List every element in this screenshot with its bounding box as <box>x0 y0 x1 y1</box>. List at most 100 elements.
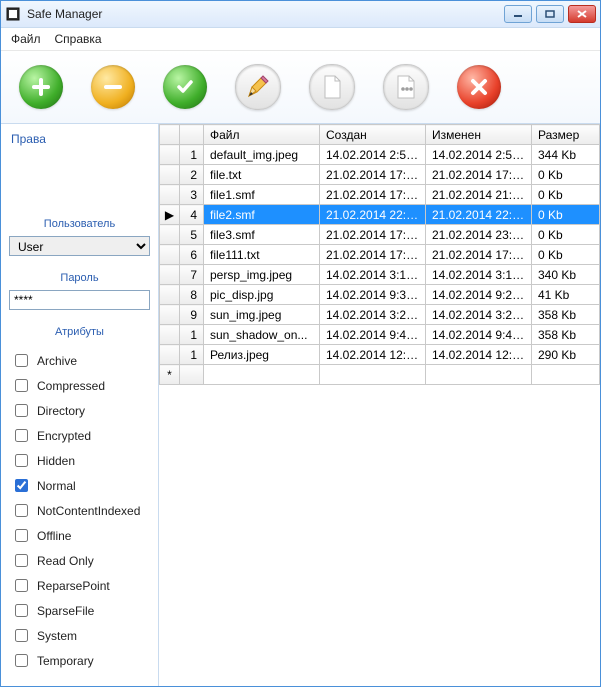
cell-created[interactable]: 14.02.2014 9:43:... <box>320 325 426 345</box>
cell-modified[interactable]: 21.02.2014 23:0... <box>426 225 532 245</box>
close-button[interactable] <box>568 5 596 23</box>
cell-size[interactable]: 0 Kb <box>532 245 600 265</box>
cell-size[interactable]: 290 Kb <box>532 345 600 365</box>
cell-file[interactable]: Релиз.jpeg <box>204 345 320 365</box>
attr-temporary[interactable]: Temporary <box>9 648 150 673</box>
attr-checkbox[interactable] <box>15 654 28 667</box>
cell-created[interactable]: 14.02.2014 12:5... <box>320 345 426 365</box>
cell-size[interactable]: 41 Kb <box>532 285 600 305</box>
table-row[interactable]: 8pic_disp.jpg14.02.2014 9:30:...14.02.20… <box>160 285 600 305</box>
attr-normal[interactable]: Normal <box>9 473 150 498</box>
user-select[interactable]: User <box>9 236 150 256</box>
menu-file[interactable]: Файл <box>11 32 41 46</box>
cell-created[interactable]: 21.02.2014 17:2... <box>320 245 426 265</box>
cell-file[interactable]: pic_disp.jpg <box>204 285 320 305</box>
empty-cell[interactable] <box>532 365 600 385</box>
cell-size[interactable]: 0 Kb <box>532 225 600 245</box>
cell-modified[interactable]: 14.02.2014 2:54:... <box>426 145 532 165</box>
maximize-button[interactable] <box>536 5 564 23</box>
attr-directory[interactable]: Directory <box>9 398 150 423</box>
attr-checkbox[interactable] <box>15 604 28 617</box>
cell-modified[interactable]: 14.02.2014 9:43:... <box>426 325 532 345</box>
table-row[interactable]: 3file1.smf21.02.2014 17:2...21.02.2014 2… <box>160 185 600 205</box>
cell-size[interactable]: 340 Kb <box>532 265 600 285</box>
table-row[interactable]: 2file.txt21.02.2014 17:2...21.02.2014 17… <box>160 165 600 185</box>
titlebar[interactable]: Safe Manager <box>1 1 600 28</box>
cell-size[interactable]: 344 Kb <box>532 145 600 165</box>
attr-archive[interactable]: Archive <box>9 348 150 373</box>
cell-modified[interactable]: 21.02.2014 17:2... <box>426 165 532 185</box>
cell-modified[interactable]: 14.02.2014 3:21:... <box>426 305 532 325</box>
attr-encrypted[interactable]: Encrypted <box>9 423 150 448</box>
cell-modified[interactable]: 14.02.2014 9:29:... <box>426 285 532 305</box>
new-row[interactable]: * <box>160 365 600 385</box>
table-row[interactable]: 6file111.txt21.02.2014 17:2...21.02.2014… <box>160 245 600 265</box>
cell-created[interactable]: 21.02.2014 17:2... <box>320 165 426 185</box>
empty-cell[interactable] <box>320 365 426 385</box>
col-indicator[interactable] <box>160 125 180 145</box>
attr-checkbox[interactable] <box>15 404 28 417</box>
cell-modified[interactable]: 14.02.2014 12:5... <box>426 345 532 365</box>
attr-checkbox[interactable] <box>15 504 28 517</box>
attr-hidden[interactable]: Hidden <box>9 448 150 473</box>
attr-system[interactable]: System <box>9 623 150 648</box>
attr-checkbox[interactable] <box>15 554 28 567</box>
attr-sparsefile[interactable]: SparseFile <box>9 598 150 623</box>
col-created[interactable]: Создан <box>320 125 426 145</box>
ok-button[interactable] <box>163 65 207 109</box>
col-modified[interactable]: Изменен <box>426 125 532 145</box>
cell-file[interactable]: sun_img.jpeg <box>204 305 320 325</box>
cell-created[interactable]: 14.02.2014 2:54:... <box>320 145 426 165</box>
remove-button[interactable] <box>91 65 135 109</box>
attr-notcontentindexed[interactable]: NotContentIndexed <box>9 498 150 523</box>
cell-created[interactable]: 14.02.2014 9:30:... <box>320 285 426 305</box>
cell-created[interactable]: 14.02.2014 3:21:... <box>320 305 426 325</box>
col-file[interactable]: Файл <box>204 125 320 145</box>
attr-read only[interactable]: Read Only <box>9 548 150 573</box>
attr-checkbox[interactable] <box>15 454 28 467</box>
attr-offline[interactable]: Offline <box>9 523 150 548</box>
attr-checkbox[interactable] <box>15 479 28 492</box>
password-input[interactable] <box>9 290 150 310</box>
cell-file[interactable]: sun_shadow_on... <box>204 325 320 345</box>
file-table-wrap[interactable]: Файл Создан Изменен Размер 1default_img.… <box>159 124 600 686</box>
empty-cell[interactable] <box>204 365 320 385</box>
cell-created[interactable]: 21.02.2014 22:5... <box>320 205 426 225</box>
cancel-button[interactable] <box>457 65 501 109</box>
cell-modified[interactable]: 21.02.2014 21:4... <box>426 185 532 205</box>
attr-checkbox[interactable] <box>15 529 28 542</box>
table-row[interactable]: ▶4file2.smf21.02.2014 22:5...21.02.2014 … <box>160 205 600 225</box>
attr-checkbox[interactable] <box>15 429 28 442</box>
attr-checkbox[interactable] <box>15 579 28 592</box>
cell-modified[interactable]: 14.02.2014 3:10:... <box>426 265 532 285</box>
cell-file[interactable]: file1.smf <box>204 185 320 205</box>
attr-checkbox[interactable] <box>15 629 28 642</box>
minimize-button[interactable] <box>504 5 532 23</box>
cell-size[interactable]: 0 Kb <box>532 165 600 185</box>
cell-created[interactable]: 21.02.2014 17:2... <box>320 185 426 205</box>
col-size[interactable]: Размер <box>532 125 600 145</box>
cell-created[interactable]: 21.02.2014 17:5... <box>320 225 426 245</box>
attr-checkbox[interactable] <box>15 379 28 392</box>
table-row[interactable]: 1sun_shadow_on...14.02.2014 9:43:...14.0… <box>160 325 600 345</box>
cell-created[interactable]: 14.02.2014 3:10:... <box>320 265 426 285</box>
attr-compressed[interactable]: Compressed <box>9 373 150 398</box>
attr-reparsepoint[interactable]: ReparsePoint <box>9 573 150 598</box>
cell-file[interactable]: file3.smf <box>204 225 320 245</box>
cell-file[interactable]: file111.txt <box>204 245 320 265</box>
cell-file[interactable]: file2.smf <box>204 205 320 225</box>
cell-size[interactable]: 358 Kb <box>532 325 600 345</box>
add-button[interactable] <box>19 65 63 109</box>
cell-modified[interactable]: 21.02.2014 22:5... <box>426 205 532 225</box>
cell-file[interactable]: persp_img.jpeg <box>204 265 320 285</box>
table-row[interactable]: 1default_img.jpeg14.02.2014 2:54:...14.0… <box>160 145 600 165</box>
table-row[interactable]: 7persp_img.jpeg14.02.2014 3:10:...14.02.… <box>160 265 600 285</box>
table-row[interactable]: 5file3.smf21.02.2014 17:5...21.02.2014 2… <box>160 225 600 245</box>
cell-size[interactable]: 0 Kb <box>532 205 600 225</box>
table-row[interactable]: 1Релиз.jpeg14.02.2014 12:5...14.02.2014 … <box>160 345 600 365</box>
properties-button[interactable] <box>383 64 429 110</box>
cell-file[interactable]: file.txt <box>204 165 320 185</box>
menu-help[interactable]: Справка <box>55 32 102 46</box>
empty-cell[interactable] <box>426 365 532 385</box>
col-number[interactable] <box>180 125 204 145</box>
